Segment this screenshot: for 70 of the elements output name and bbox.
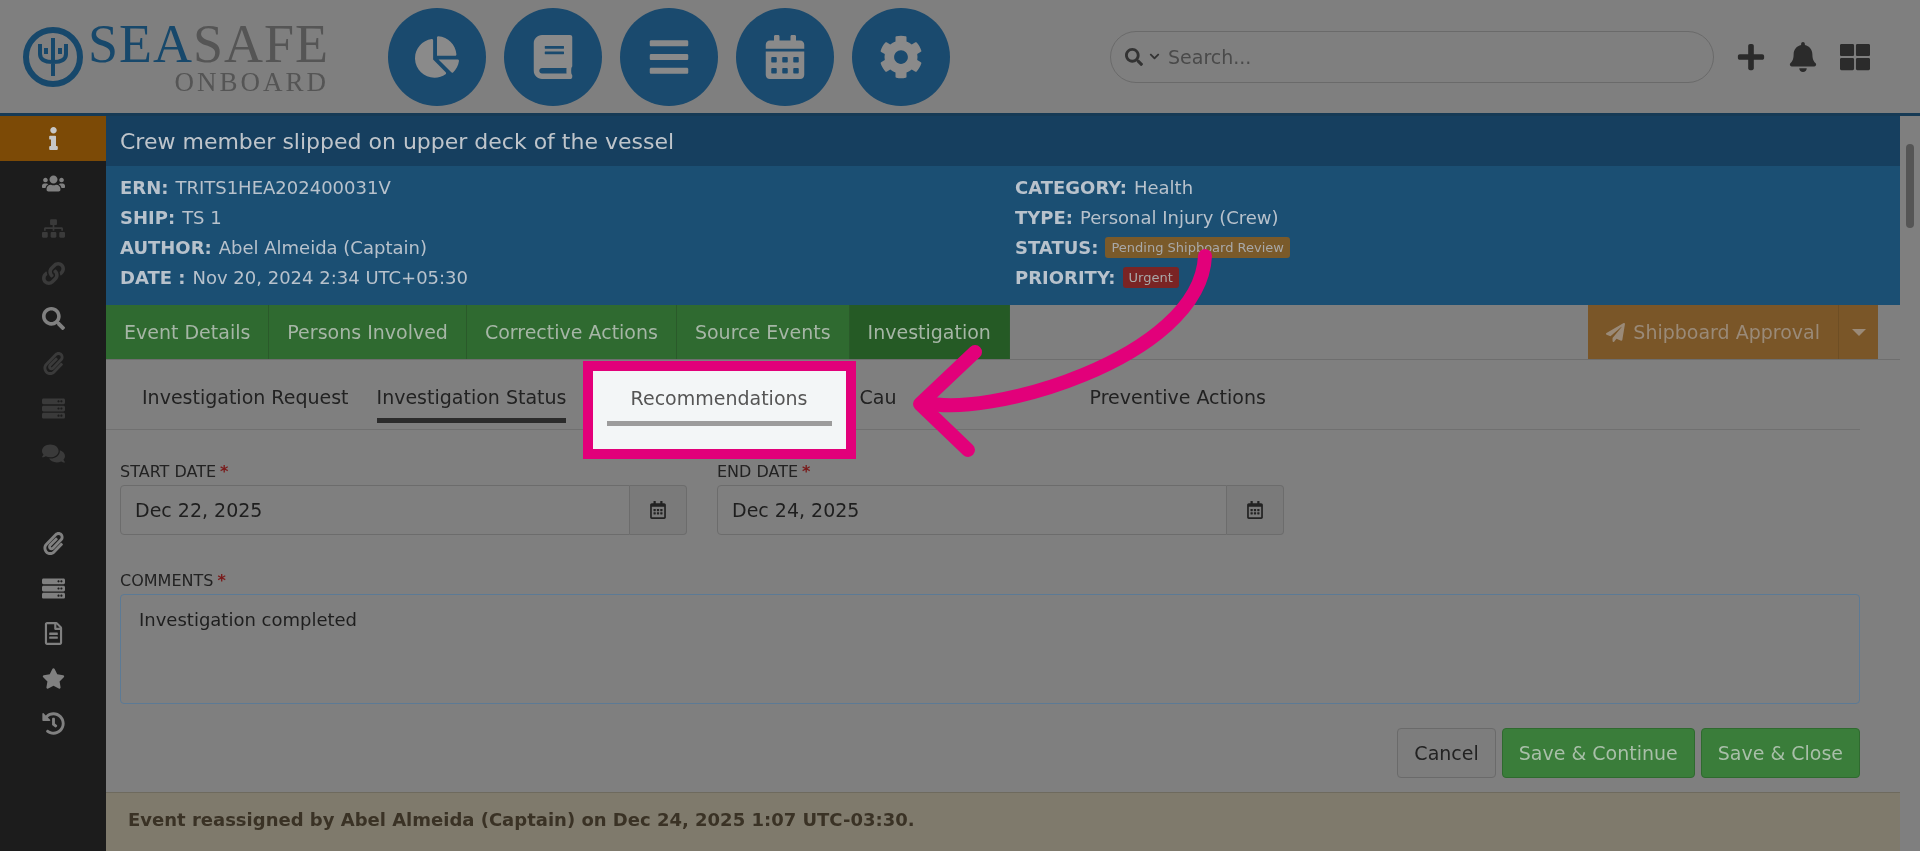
calendar-button[interactable] [630, 485, 687, 535]
event-title: Crew member slipped on upper deck of the vessel [106, 116, 1900, 166]
status-badge: Pending Shipboard Review [1105, 237, 1290, 258]
info-label: TYPE: [1015, 207, 1073, 228]
tab[interactable]: Investigation [849, 305, 1010, 359]
date-field[interactable]: Dec 24, 2025 [717, 485, 1227, 535]
server-icon [41, 577, 65, 600]
info-label: CATEGORY: [1015, 177, 1127, 198]
tab[interactable]: Corrective Actions [466, 305, 677, 359]
reassignment-banner: Event reassigned by Abel Almeida (Captain) on Dec 24, 2025 1:07 UTC-03:30. [106, 792, 1900, 851]
plus-icon [1736, 41, 1766, 72]
trident-logo-icon [22, 25, 84, 88]
add-button[interactable] [1736, 41, 1766, 72]
info-label: DATE : [120, 267, 186, 288]
notifications-button[interactable] [1788, 41, 1818, 72]
info-label: ERN: [120, 177, 169, 198]
caret-icon [1851, 328, 1866, 336]
settings-icon [879, 34, 923, 79]
tab[interactable]: Persons Involved [269, 305, 467, 359]
field-label: START DATE [120, 462, 217, 481]
sidebar-item[interactable] [0, 116, 106, 161]
comments-icon [41, 442, 65, 465]
date-field[interactable]: Dec 22, 2025 [120, 485, 630, 535]
info-label: STATUS: [1015, 237, 1099, 258]
required-mark: * [217, 571, 226, 590]
star-icon [41, 667, 65, 690]
calendar-icon [649, 501, 667, 519]
info-value: TS 1 [182, 207, 222, 228]
subtab[interactable]: Investigation Request [128, 379, 363, 429]
info-label: SHIP: [120, 207, 176, 228]
paperclip-icon [41, 532, 65, 555]
info-value: TRITS1HEA202400031V [175, 177, 391, 198]
server-icon [41, 397, 65, 420]
action-button[interactable]: Cancel [1397, 728, 1496, 778]
apps-button[interactable] [1840, 41, 1870, 72]
bell-icon [1788, 41, 1818, 72]
info-value: Abel Almeida (Captain) [218, 237, 427, 258]
calendar-icon [763, 34, 807, 79]
field-label: COMMENTS [120, 571, 214, 590]
info-value: Health [1133, 177, 1194, 198]
field-label: END DATE [717, 462, 799, 481]
subtab[interactable]: Investigation Status [362, 379, 581, 429]
info-label: PRIORITY: [1015, 267, 1116, 288]
chevron-down-icon [1149, 51, 1160, 62]
link-icon [41, 262, 65, 285]
tab[interactable]: Event Details [106, 305, 270, 359]
sitemap-icon [41, 217, 65, 240]
search-icon [41, 307, 65, 330]
users-icon [41, 172, 65, 195]
status-badge: Urgent [1122, 267, 1179, 288]
info-label: AUTHOR: [120, 237, 212, 258]
info-value: Nov 20, 2024 2:34 UTC+05:30 [192, 267, 469, 288]
action-button[interactable]: Save & Continue [1501, 728, 1695, 778]
required-mark: * [220, 462, 229, 481]
grid-icon [1840, 41, 1870, 72]
action-button[interactable]: Save & Close [1700, 728, 1860, 778]
paperclip-icon [41, 352, 65, 375]
calendar-button[interactable] [1227, 485, 1284, 535]
required-mark: * [802, 462, 811, 481]
calendar-icon [1246, 501, 1264, 519]
history-icon [41, 712, 65, 735]
info-value: Personal Injury (Crew) [1080, 207, 1279, 228]
comments-field[interactable]: Investigation completed [120, 594, 1860, 704]
search-icon [1125, 47, 1143, 66]
tab[interactable]: Source Events [676, 305, 850, 359]
paper-plane-icon [1606, 322, 1626, 342]
subtab[interactable]: Preventive Actions [1075, 379, 1280, 429]
pie-chart-icon [415, 34, 459, 79]
subtab[interactable]: Cau [845, 379, 911, 429]
book-icon [531, 34, 575, 79]
